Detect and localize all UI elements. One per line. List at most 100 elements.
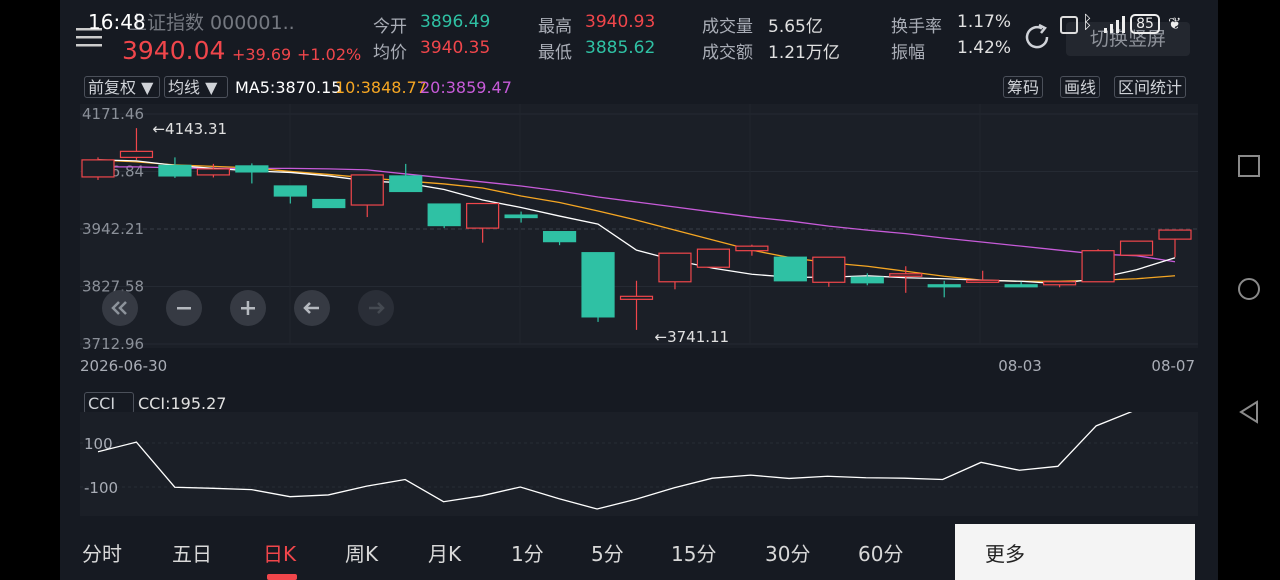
tab-6[interactable]: 1分 xyxy=(511,538,544,567)
candle xyxy=(581,252,615,322)
candle-body xyxy=(196,168,230,176)
y-tick-label: 3712.96 xyxy=(82,335,144,353)
range-stats-button[interactable]: 区间统计 xyxy=(1114,76,1187,98)
turnover-label: 成交额 xyxy=(702,43,753,63)
tab-2[interactable]: 五日 xyxy=(172,538,212,567)
candle-body xyxy=(889,273,923,277)
tab-3[interactable]: 日K xyxy=(263,538,296,567)
ma20-legend: 20:3859.47 xyxy=(420,78,512,97)
price-change-pct: +1.02% xyxy=(297,45,362,64)
draw-button[interactable]: 画线 xyxy=(1060,76,1101,98)
square-icon xyxy=(1238,155,1260,177)
candle-body xyxy=(158,164,192,177)
cci-select-label: CCI xyxy=(88,394,116,413)
tab-5[interactable]: 月K xyxy=(428,538,461,567)
candle-body xyxy=(119,150,154,158)
ma5-legend: MA5:3870.15 xyxy=(235,78,342,97)
zoom-in-button[interactable] xyxy=(230,290,266,326)
high-value: 3940.93 xyxy=(585,12,656,32)
tab-7[interactable]: 5分 xyxy=(591,538,624,567)
price-change: +39.69 xyxy=(232,45,292,64)
refresh-icon[interactable] xyxy=(1022,22,1052,52)
kline-chart[interactable]: 4171.464056.843942.213827.583712.96←4143… xyxy=(60,100,1218,380)
plus-icon xyxy=(241,301,255,315)
candle xyxy=(773,256,807,282)
tab-1[interactable]: 分时 xyxy=(82,538,122,567)
candle-body xyxy=(466,202,500,229)
turnover-rate-label: 换手率 xyxy=(891,17,942,37)
candle xyxy=(312,198,346,209)
indicator-select[interactable]: 均线 ▼ xyxy=(164,76,228,98)
system-nav-bar xyxy=(1218,0,1280,580)
low-value: 3885.62 xyxy=(585,38,656,58)
tab-10[interactable]: 60分 xyxy=(858,538,903,567)
candle xyxy=(427,203,461,229)
x-tick-label: 08-07 xyxy=(1151,357,1195,375)
zoom-out-far-button[interactable] xyxy=(102,290,138,326)
ma10-legend: 10:3848.77 xyxy=(335,78,427,97)
dropdown-icon: ▼ xyxy=(136,78,154,97)
avg-value: 3940.35 xyxy=(420,38,491,58)
candle xyxy=(1081,249,1115,283)
adjust-select[interactable]: 前复权 ▼ xyxy=(84,76,160,98)
cci-tick-label: 100 xyxy=(84,435,113,453)
candle xyxy=(81,157,115,180)
leaf-icon: ❦ xyxy=(1168,14,1182,33)
candle xyxy=(696,248,731,268)
zoom-out-button[interactable] xyxy=(166,290,202,326)
recent-apps-button[interactable] xyxy=(1237,154,1261,178)
candle-body xyxy=(581,252,615,318)
cci-background xyxy=(80,412,1198,516)
candle-body xyxy=(927,284,961,288)
back-button[interactable] xyxy=(1237,400,1261,424)
candle-body xyxy=(966,279,1000,283)
triangle-back-icon xyxy=(1239,400,1258,424)
battery-icon: 85 xyxy=(1130,14,1160,34)
candle-body xyxy=(1004,284,1038,288)
minus-icon xyxy=(177,307,191,310)
chips-button[interactable]: 筹码 xyxy=(1003,76,1044,98)
y-tick-label: 4171.46 xyxy=(82,105,144,123)
avg-label: 均价 xyxy=(373,43,407,63)
candle-body xyxy=(1043,281,1077,286)
more-tab-label: 更多 xyxy=(985,542,1025,566)
open-label: 今开 xyxy=(373,17,407,37)
scroll-left-button[interactable] xyxy=(294,290,330,326)
kline-app: 16:48 上证指数 000001.. 3940.04 +39.69 +1.02… xyxy=(60,0,1218,580)
candle-body xyxy=(1158,229,1192,240)
more-tab[interactable]: 更多 xyxy=(955,524,1195,580)
arrow-left-icon xyxy=(303,302,319,314)
nfc-icon xyxy=(1060,16,1078,34)
candle-body xyxy=(619,295,654,300)
tab-9[interactable]: 30分 xyxy=(765,538,810,567)
scroll-right-button[interactable] xyxy=(358,290,394,326)
candle-body xyxy=(235,165,269,173)
low-marker: ←3741.11 xyxy=(655,328,730,346)
cci-select[interactable]: CCI ▼ xyxy=(84,392,134,435)
circle-icon xyxy=(1238,278,1260,300)
turnover-rate-value: 1.17% xyxy=(957,12,1012,32)
candle-body xyxy=(81,159,115,178)
high-marker: ←4143.31 xyxy=(152,120,227,138)
candle xyxy=(1119,240,1154,256)
adjust-select-label: 前复权 xyxy=(88,78,137,97)
stock-name: 上证指数 000001.. xyxy=(128,12,295,34)
candle xyxy=(812,256,846,287)
arrow-right-icon xyxy=(369,302,385,314)
candle-body xyxy=(1081,250,1115,283)
high-label: 最高 xyxy=(538,17,572,37)
double-chevron-left-icon xyxy=(111,301,127,315)
candle-body xyxy=(735,245,769,252)
indicator-select-label: 均线 xyxy=(168,78,201,97)
cci-chart[interactable]: 100 -100 xyxy=(60,412,1218,518)
tab-4[interactable]: 周K xyxy=(345,538,378,567)
tab-8[interactable]: 15分 xyxy=(671,538,716,567)
current-price: 3940.04 xyxy=(122,36,226,65)
candle-body xyxy=(696,248,731,268)
x-tick-label: 2026-06-30 xyxy=(80,357,167,375)
turnover-value: 1.21万亿 xyxy=(768,43,840,63)
home-button[interactable] xyxy=(1237,277,1261,301)
candle-body xyxy=(389,175,423,193)
bluetooth-icon: ᛒ xyxy=(1082,12,1093,33)
candle-body xyxy=(658,252,692,283)
